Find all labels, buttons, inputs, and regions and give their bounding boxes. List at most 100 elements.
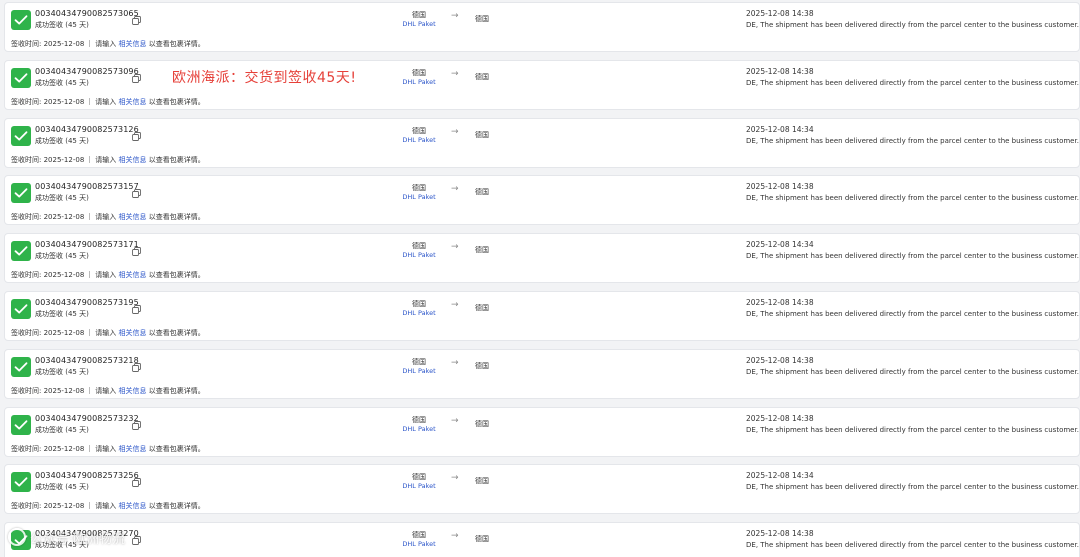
copy-icon[interactable] [132, 530, 141, 546]
route-arrow: → [451, 415, 459, 426]
card-footer: 签收时间: 2025-12-08 请输入 相关信息 以查看包裹详情。 [11, 39, 205, 49]
divider [89, 444, 91, 452]
event-time: 2025-12-08 14:38 [746, 9, 814, 18]
event-time: 2025-12-08 14:34 [746, 471, 814, 481]
tracking-number: 00340434790082573096 [35, 66, 139, 76]
view-details-text: 以查看包裹详情。 [146, 155, 205, 164]
divider [89, 97, 91, 105]
origin-country: 德国 [412, 242, 426, 251]
delivery-status: 成功签收 (45 天) [35, 310, 89, 318]
related-info-link[interactable]: 相关信息 [119, 40, 147, 48]
carrier-link[interactable]: DHL Paket [397, 136, 441, 144]
signed-date: 2025-12-08 [43, 213, 85, 222]
view-details-text: 以查看包裹详情。 [146, 444, 205, 453]
signed-label: 签收时间: [11, 155, 44, 164]
card-footer: 签收时间: 2025-12-08 请输入 相关信息 以查看包裹详情。 [11, 97, 205, 107]
carrier-link[interactable]: DHL Paket [397, 309, 441, 317]
route-arrow: → [451, 11, 459, 21]
event-time: 2025-12-08 14:38 [746, 355, 814, 365]
input-prompt: 请输入 [95, 271, 119, 280]
related-info-link[interactable]: 相关信息 [119, 445, 147, 453]
signed-date: 2025-12-08 [43, 502, 85, 511]
event-time: 2025-12-08 14:34 [746, 240, 814, 250]
tracking-number: 00340434790082573126 [35, 124, 139, 134]
delivery-status: 成功签收 (45 天) [35, 483, 89, 492]
event-time: 2025-12-08 14:38 [746, 529, 814, 539]
route-arrow: → [451, 300, 459, 310]
carrier-link[interactable]: DHL Paket [397, 482, 441, 490]
copy-icon[interactable] [132, 357, 141, 372]
tracking-number: 00340434790082573065 [35, 9, 139, 18]
destination-country: 德国 [475, 535, 489, 544]
related-info-link[interactable]: 相关信息 [119, 98, 147, 106]
carrier-link[interactable]: DHL Paket [397, 367, 441, 375]
copy-icon[interactable] [132, 241, 141, 257]
copy-icon[interactable] [132, 472, 141, 488]
copy-icon[interactable] [132, 415, 141, 430]
card-footer: 签收时间: 2025-12-08 请输入 相关信息 以查看包裹详情。 [11, 444, 205, 454]
carrier-link[interactable]: DHL Paket [397, 20, 441, 28]
copy-icon[interactable] [132, 126, 141, 141]
delivery-status: 成功签收 (45 天) [35, 78, 89, 87]
destination-country: 德国 [475, 419, 489, 428]
signed-date: 2025-12-08 [43, 444, 85, 453]
delivery-status: 成功签收 (45 天) [35, 367, 89, 376]
signed-label: 签收时间: [11, 213, 44, 222]
shipment-list: 00340434790082573065 成功签收 (45 天) 德国 DHL … [0, 0, 1080, 557]
carrier-link[interactable]: DHL Paket [397, 78, 441, 86]
tracking-number: 00340434790082573195 [35, 298, 139, 307]
route-arrow: → [451, 68, 459, 79]
origin-country: 德国 [412, 11, 426, 19]
check-icon [11, 414, 31, 435]
event-time: 2025-12-08 14:38 [746, 182, 814, 192]
event-description: DE, The shipment has been delivered dire… [746, 367, 1079, 376]
shipment-card: 00340434790082573171 成功签收 (45 天) 德国 DHL … [4, 233, 1080, 284]
carrier-link[interactable]: DHL Paket [397, 540, 441, 548]
destination-country: 德国 [475, 72, 489, 81]
related-info-link[interactable]: 相关信息 [119, 271, 147, 279]
origin-country: 德国 [412, 357, 426, 366]
copy-icon[interactable] [132, 10, 141, 25]
divider [89, 213, 91, 221]
carrier-link[interactable]: DHL Paket [397, 425, 441, 433]
signed-label: 签收时间: [11, 271, 44, 280]
related-info-link[interactable]: 相关信息 [119, 329, 147, 337]
signed-date: 2025-12-08 [43, 40, 85, 48]
related-info-link[interactable]: 相关信息 [119, 387, 147, 395]
copy-icon[interactable] [132, 299, 141, 314]
destination-country: 德国 [475, 246, 489, 255]
carrier-link[interactable]: DHL Paket [397, 251, 441, 259]
event-description: DE, The shipment has been delivered dire… [746, 21, 1079, 29]
shipment-card: 00340434790082573256 成功签收 (45 天) 德国 DHL … [4, 464, 1080, 515]
related-info-link[interactable]: 相关信息 [119, 213, 147, 221]
check-icon [11, 183, 31, 204]
origin-country: 德国 [412, 68, 426, 77]
copy-icon[interactable] [132, 68, 141, 83]
delivery-status: 成功签收 (45 天) [35, 21, 89, 29]
overlay-annotation: 欧洲海派：交货到签收45天! [172, 70, 357, 86]
check-icon [11, 356, 31, 377]
shipment-card: 00340434790082573195 成功签收 (45 天) 德国 DHL … [4, 291, 1080, 341]
tracking-number: 00340434790082573171 [35, 240, 139, 250]
card-footer: 签收时间: 2025-12-08 请输入 相关信息 以查看包裹详情。 [11, 386, 205, 396]
origin-country: 德国 [412, 300, 426, 308]
carrier-link[interactable]: DHL Paket [397, 193, 441, 201]
view-details-text: 以查看包裹详情。 [146, 213, 205, 222]
event-time: 2025-12-08 14:34 [746, 124, 814, 134]
route-arrow: → [451, 126, 459, 137]
delivery-status: 成功签收 (45 天) [35, 252, 89, 261]
related-info-link[interactable]: 相关信息 [119, 156, 147, 164]
shipment-card: 00340434790082573126 成功签收 (45 天) 德国 DHL … [4, 117, 1080, 168]
signed-date: 2025-12-08 [43, 155, 85, 164]
divider [89, 40, 91, 47]
shipment-card: 00340434790082573065 成功签收 (45 天) 德国 DHL … [4, 2, 1080, 52]
origin-country: 德国 [412, 184, 426, 193]
destination-country: 德国 [475, 361, 489, 370]
route-arrow: → [451, 242, 459, 253]
input-prompt: 请输入 [95, 502, 119, 511]
route-arrow: → [451, 531, 459, 542]
copy-icon[interactable] [132, 183, 141, 199]
destination-country: 德国 [475, 130, 489, 139]
related-info-link[interactable]: 相关信息 [119, 502, 147, 510]
origin-country: 德国 [412, 531, 426, 540]
